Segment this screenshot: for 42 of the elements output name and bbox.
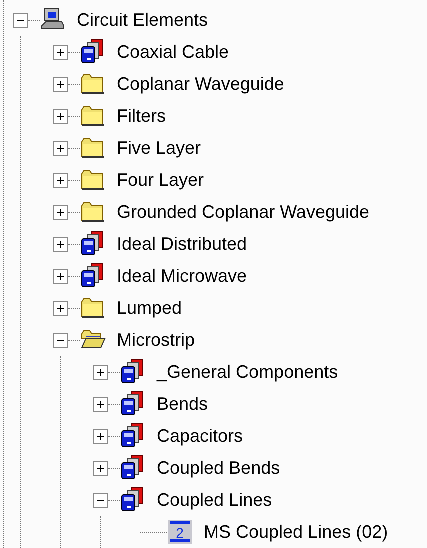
expand-toggle[interactable]: [53, 268, 68, 284]
tree-item-label[interactable]: Circuit Elements: [66, 10, 210, 30]
expand-toggle[interactable]: [93, 396, 108, 412]
tree-item-label[interactable]: Coplanar Waveguide: [106, 74, 286, 94]
stacked-cards-icon: [80, 263, 106, 289]
tree-item-label[interactable]: Ideal Microwave: [106, 266, 250, 286]
stacked-cards-icon: [120, 487, 146, 513]
expand-toggle[interactable]: [53, 76, 68, 92]
expand-toggle[interactable]: [93, 364, 108, 380]
expand-toggle[interactable]: [93, 460, 108, 476]
tree-item-label[interactable]: Capacitors: [146, 426, 246, 446]
tree-item-label[interactable]: Filters: [106, 106, 168, 126]
stacked-cards-icon: [120, 359, 146, 385]
expand-toggle[interactable]: [53, 204, 68, 220]
tree-item-label[interactable]: Four Layer: [106, 170, 206, 190]
tree-item-label[interactable]: Coupled Lines: [146, 490, 274, 510]
tree-item-label[interactable]: _General Components: [146, 362, 340, 382]
tree-item-label[interactable]: Microstrip: [106, 330, 198, 350]
tree-item-label[interactable]: Coupled Bends: [146, 458, 282, 478]
stacked-cards-icon: [120, 455, 146, 481]
collapse-toggle[interactable]: [13, 12, 28, 28]
stacked-cards-icon: [80, 39, 106, 65]
collapse-toggle[interactable]: [93, 492, 108, 508]
expand-toggle[interactable]: [53, 236, 68, 252]
tree-item-label[interactable]: Grounded Coplanar Waveguide: [106, 202, 372, 222]
tree-item-label[interactable]: Bends: [146, 394, 210, 414]
expand-toggle[interactable]: [53, 300, 68, 316]
expand-toggle[interactable]: [53, 172, 68, 188]
tree-item-label[interactable]: Ideal Distributed: [106, 234, 250, 254]
expand-toggle[interactable]: [93, 428, 108, 444]
collapse-toggle[interactable]: [53, 332, 68, 348]
tree-item-label[interactable]: Coaxial Cable: [106, 42, 232, 62]
expand-toggle[interactable]: [53, 44, 68, 60]
stacked-cards-icon: [120, 423, 146, 449]
tree-item-label[interactable]: Lumped: [106, 298, 184, 318]
expand-toggle[interactable]: [53, 140, 68, 156]
stacked-cards-icon: [80, 231, 106, 257]
expand-toggle[interactable]: [53, 108, 68, 124]
tree-item-label[interactable]: MS Coupled Lines (02): [193, 522, 390, 542]
stacked-cards-icon: [120, 391, 146, 417]
tree-item-label[interactable]: Five Layer: [106, 138, 204, 158]
component-icon: 2: [167, 519, 193, 545]
